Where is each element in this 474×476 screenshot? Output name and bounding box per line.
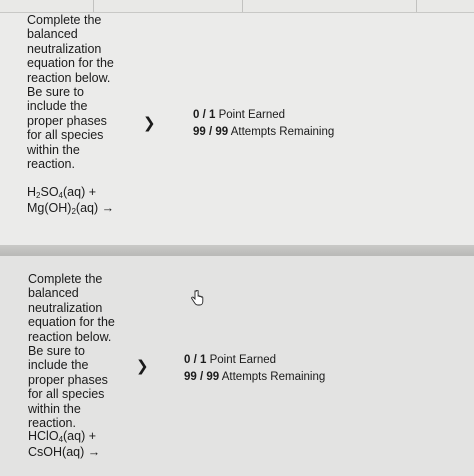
reactant-phase: (aq) →: [75, 201, 115, 215]
chevron-right-icon[interactable]: ❯: [143, 114, 156, 132]
points-label: Point Earned: [206, 354, 277, 366]
equation-line-2: CsOH(aq) →: [28, 444, 100, 460]
top-bar-segment: [243, 0, 417, 12]
equation-line-2: Mg(OH)2(aq) →: [27, 200, 114, 216]
equation-line-1: H2SO4(aq) +: [27, 184, 114, 200]
attempts-label: Attempts Remaining: [219, 371, 326, 383]
attempts-value: 99 / 99: [184, 371, 220, 383]
top-bar-segment: [0, 0, 94, 12]
hand-pointer-icon: [191, 290, 204, 306]
reactant-formula: HClO: [28, 429, 59, 443]
reactant-formula: Mg(OH): [27, 201, 72, 215]
question-status: 0 / 1 Point Earned 99 / 99 Attempts Rema…: [193, 107, 334, 141]
question-status: 0 / 1 Point Earned 99 / 99 Attempts Rema…: [184, 352, 325, 386]
equation-line-1: HClO4(aq) +: [28, 428, 100, 444]
attempts-remaining: 99 / 99 Attempts Remaining: [193, 124, 334, 141]
points-earned: 0 / 1 Point Earned: [193, 107, 334, 124]
question-prompt: Complete the balanced neutralization equ…: [27, 13, 114, 172]
points-value: 0 / 1: [184, 354, 207, 366]
attempts-label: Attempts Remaining: [228, 126, 335, 138]
chevron-right-icon[interactable]: ❯: [136, 357, 149, 375]
reactant-formula: CsOH(aq) →: [28, 445, 101, 459]
attempts-value: 99 / 99: [193, 126, 229, 138]
points-label: Point Earned: [215, 109, 286, 121]
attempts-remaining: 99 / 99 Attempts Remaining: [184, 369, 325, 386]
card-divider: [0, 245, 474, 256]
question-card-1[interactable]: Complete the balanced neutralization equ…: [0, 13, 474, 245]
reactant-formula: H: [27, 185, 37, 199]
points-value: 0 / 1: [193, 109, 216, 121]
points-earned: 0 / 1 Point Earned: [184, 352, 325, 369]
chemical-equation: H2SO4(aq) + Mg(OH)2(aq) →: [27, 184, 114, 216]
top-bar: [0, 0, 474, 13]
question-card-2[interactable]: Complete the balanced neutralization equ…: [0, 256, 474, 476]
reactant-formula: SO: [40, 185, 59, 199]
top-bar-segment: [94, 0, 243, 12]
reactant-phase: (aq) +: [63, 185, 97, 199]
question-prompt: Complete the balanced neutralization equ…: [28, 272, 115, 431]
reactant-phase: (aq) +: [63, 429, 97, 443]
chemical-equation: HClO4(aq) + CsOH(aq) →: [28, 428, 100, 460]
